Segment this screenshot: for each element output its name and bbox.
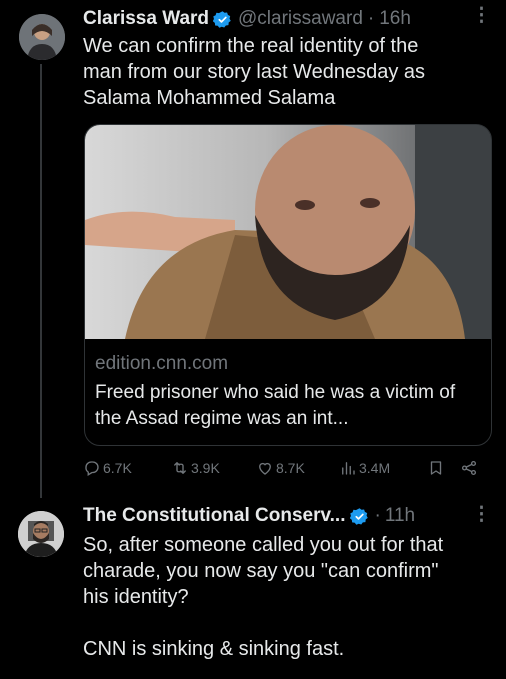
verified-badge-icon: [349, 507, 368, 525]
reply-button[interactable]: 6.7K: [83, 456, 132, 480]
link-card[interactable]: edition.cnn.com Freed prisoner who said …: [84, 124, 492, 446]
author-name[interactable]: The Constitutional Conserv...: [83, 505, 346, 527]
repost-count: 3.9K: [191, 460, 220, 476]
share-icon: [461, 460, 477, 476]
share-button[interactable]: [460, 456, 480, 480]
author-name[interactable]: Clarissa Ward: [83, 8, 209, 30]
like-count: 8.7K: [276, 460, 305, 476]
timestamp[interactable]: 11h: [385, 505, 415, 527]
avatar[interactable]: [19, 14, 65, 60]
tweet-header: Clarissa Ward @clarissaward · 16h: [83, 6, 411, 32]
more-icon[interactable]: ⋮: [472, 503, 491, 526]
repost-icon: [174, 462, 186, 474]
tweet-text: We can confirm the real identity of the …: [83, 35, 425, 109]
views-icon: [342, 462, 355, 475]
card-domain: edition.cnn.com: [95, 353, 229, 374]
separator-dot: ·: [374, 505, 381, 526]
bookmark-button[interactable]: [427, 456, 447, 480]
tweet-header: The Constitutional Conserv... · 11h: [83, 503, 415, 529]
timestamp[interactable]: 16h: [379, 8, 411, 30]
avatar[interactable]: [18, 511, 64, 557]
like-icon: [259, 462, 271, 475]
article-thumbnail: [85, 125, 491, 339]
thread-connector-line: [40, 64, 42, 498]
bookmark-icon: [430, 461, 442, 475]
tweet-actions: 6.7K 3.9K 8.7K 3.4M: [83, 456, 493, 480]
views-button[interactable]: 3.4M: [339, 456, 390, 480]
reply-icon: [85, 461, 99, 476]
more-icon[interactable]: ⋮: [472, 4, 491, 27]
like-button[interactable]: 8.7K: [256, 456, 305, 480]
repost-button[interactable]: 3.9K: [171, 456, 220, 480]
view-count: 3.4M: [359, 460, 391, 476]
separator-dot: ·: [367, 8, 375, 29]
author-handle[interactable]: @clarissaward: [238, 8, 363, 30]
tweet-text: So, after someone called you out for tha…: [83, 534, 444, 660]
reply-count: 6.7K: [103, 460, 132, 476]
card-title: Freed prisoner who said he was a victim …: [95, 382, 456, 429]
verified-badge-icon: [213, 10, 231, 28]
